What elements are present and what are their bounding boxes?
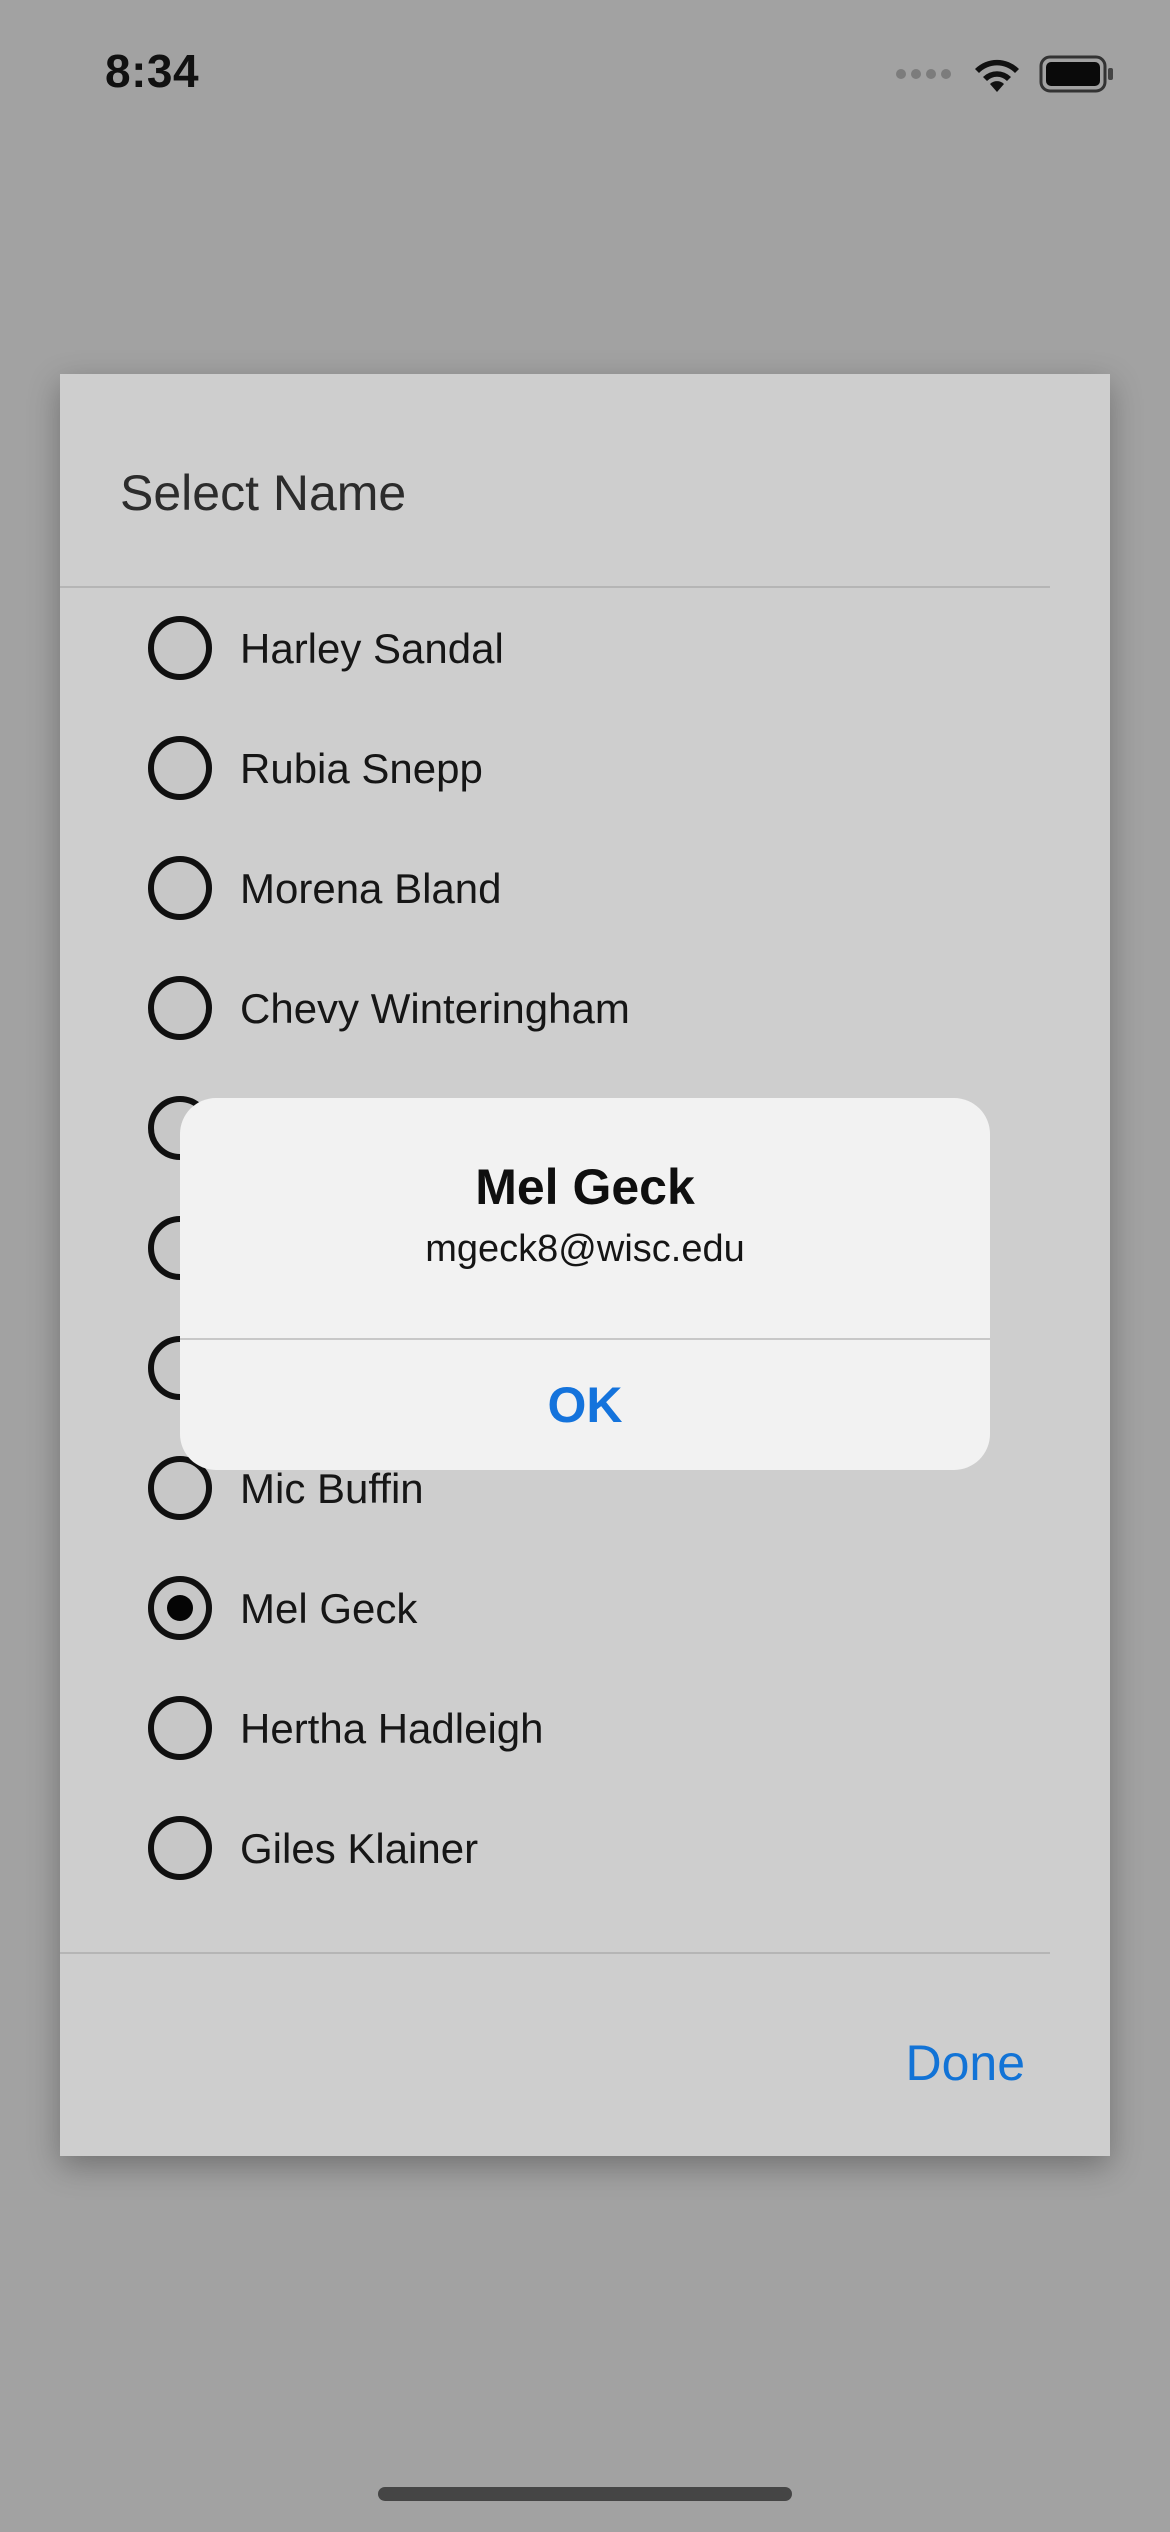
radio-button-selected[interactable]: [148, 1576, 212, 1640]
radio-button[interactable]: [148, 976, 212, 1040]
radio-button[interactable]: [148, 856, 212, 920]
list-item[interactable]: Mel Geck: [60, 1548, 1110, 1668]
alert-title: Mel Geck: [475, 1159, 695, 1215]
signal-icon: [896, 69, 951, 79]
list-item-label: Hertha Hadleigh: [240, 1705, 544, 1752]
alert-message: mgeck8@wisc.edu: [425, 1228, 745, 1270]
dialog-title: Select Name: [120, 465, 407, 521]
radio-button[interactable]: [148, 616, 212, 680]
list-item[interactable]: Harley Sandal: [60, 588, 1110, 708]
list-item[interactable]: Hertha Hadleigh: [60, 1668, 1110, 1788]
list-item[interactable]: Morena Bland: [60, 828, 1110, 948]
list-item-label: Morena Bland: [240, 865, 502, 912]
alert-dialog: Mel Geck mgeck8@wisc.edu OK: [180, 1098, 990, 1470]
radio-button[interactable]: [148, 1816, 212, 1880]
radio-button[interactable]: [148, 736, 212, 800]
status-time: 8:34: [105, 45, 200, 97]
list-item-label: Mic Buffin: [240, 1465, 424, 1512]
list-item-label: Harley Sandal: [240, 625, 504, 672]
done-button[interactable]: Done: [905, 2034, 1025, 2092]
battery-icon: [1039, 55, 1113, 93]
list-item-label: Giles Klainer: [240, 1825, 479, 1872]
home-indicator[interactable]: [378, 2487, 792, 2501]
wifi-icon: [975, 59, 1019, 92]
list-item-label: Rubia Snepp: [240, 745, 483, 792]
list-item[interactable]: Giles Klainer: [60, 1788, 1110, 1908]
status-bar: 8:34: [0, 0, 1170, 150]
list-item[interactable]: Rubia Snepp: [60, 708, 1110, 828]
list-item-label: Chevy Winteringham: [240, 985, 630, 1032]
divider: [60, 1952, 1050, 1954]
list-item[interactable]: Chevy Winteringham: [60, 948, 1110, 1068]
list-item-label: Mel Geck: [240, 1585, 418, 1632]
radio-button[interactable]: [148, 1696, 212, 1760]
status-icons: [896, 54, 1115, 94]
ok-button[interactable]: OK: [180, 1340, 990, 1470]
